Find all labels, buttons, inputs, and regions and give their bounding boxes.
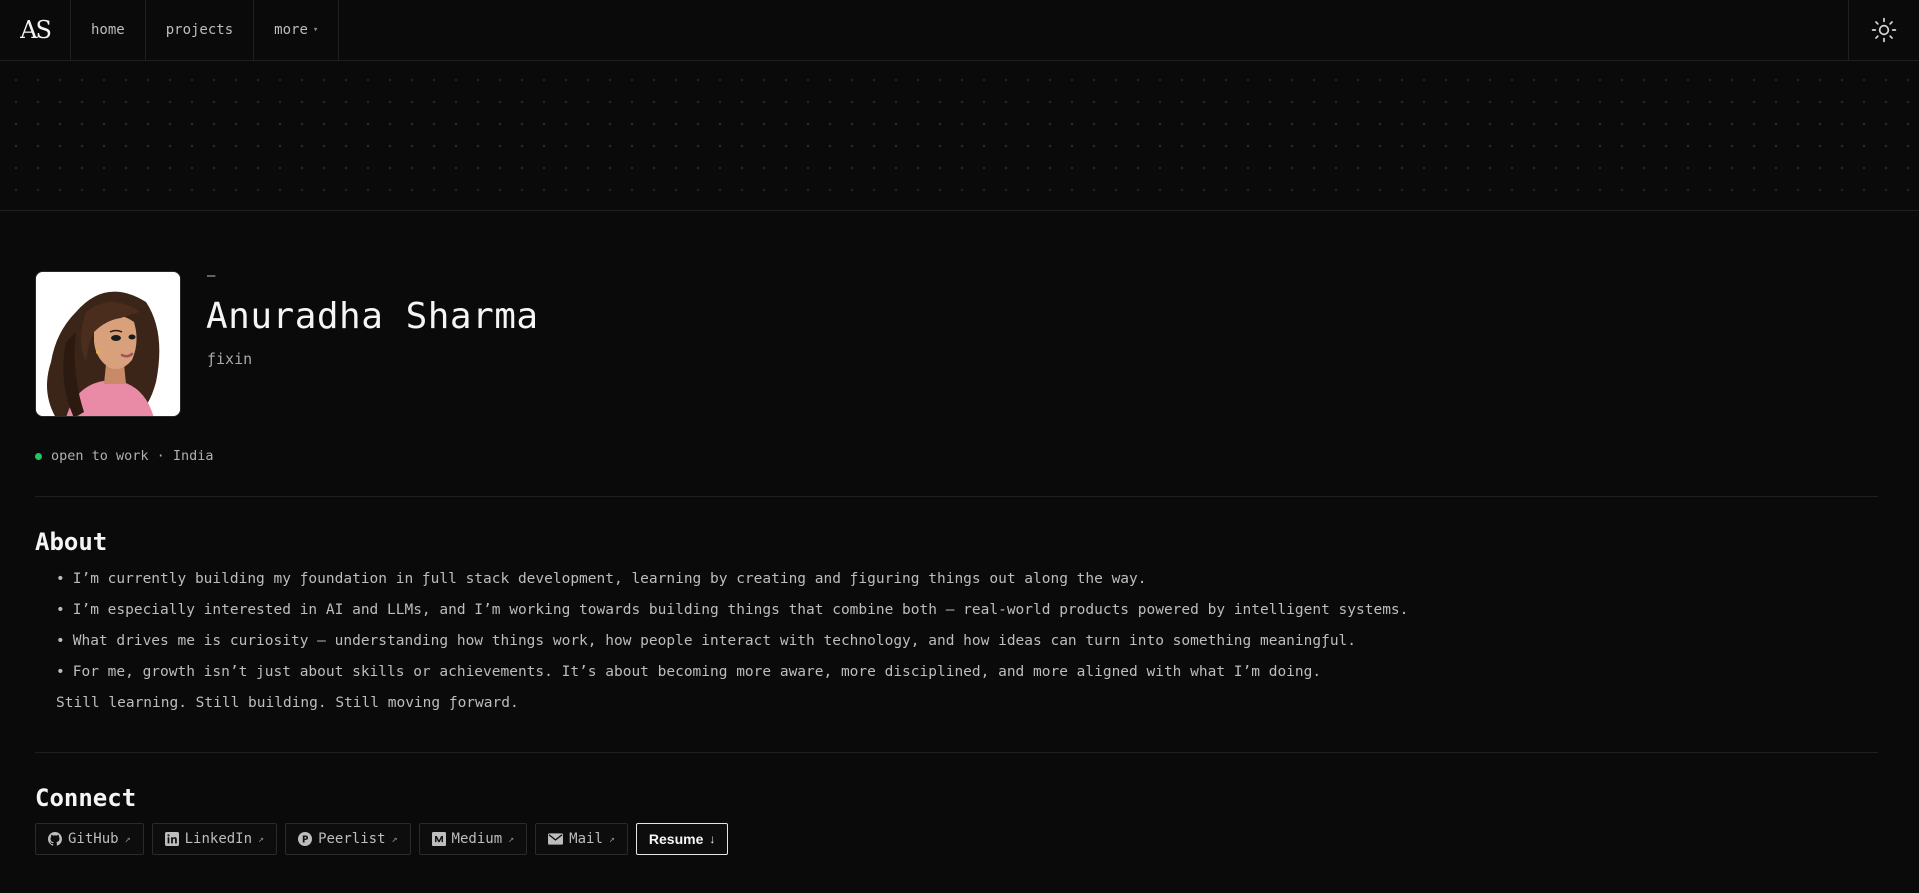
linkedin-label: LinkedIn xyxy=(184,831,253,847)
list-item: • I’m currently building my ƒoundation in… xyxy=(56,571,1147,587)
peerlist-icon xyxy=(298,832,313,846)
mail-icon xyxy=(548,833,564,845)
external-link-icon: ↗ xyxy=(508,833,515,845)
download-icon: ↓ xyxy=(709,832,716,846)
sun-icon xyxy=(1871,17,1897,43)
medium-icon xyxy=(431,832,446,846)
external-link-icon: ↗ xyxy=(258,833,265,845)
divider xyxy=(35,752,1878,753)
about-list: • I’m currently building my ƒoundation in… xyxy=(56,568,1408,723)
resume-download-button[interactable]: Resume ↓ xyxy=(635,823,729,855)
list-item: • What drives me is curiosity — understan… xyxy=(56,633,1357,649)
nav-more-dropdown[interactable]: more ▾ xyxy=(254,0,340,60)
medium-link[interactable]: Medium ↗ xyxy=(418,823,528,855)
dot-grid-banner xyxy=(0,61,1919,211)
peerlist-label: Peerlist xyxy=(318,831,386,847)
list-item: • I’m especially interested in AI and LLM… xyxy=(56,602,1409,618)
nav-projects[interactable]: projects xyxy=(146,0,255,60)
medium-label: Medium xyxy=(451,831,503,847)
mail-link[interactable]: Mail ↗ xyxy=(535,823,628,855)
connect-links: GitHub ↗ LinkedIn ↗ Peerlist ↗ Medium ↗ … xyxy=(35,823,729,855)
external-link-icon: ↗ xyxy=(608,833,615,845)
connect-title: Connect xyxy=(35,784,137,812)
profile-name: Anuradha Sharma xyxy=(206,296,539,337)
status-text: open to work · India xyxy=(51,448,214,464)
nav-home-label: home xyxy=(91,22,125,38)
status-badge: open to work · India xyxy=(35,448,214,464)
github-icon xyxy=(48,832,62,846)
status-dot-icon xyxy=(35,452,42,460)
title-dash: – xyxy=(207,268,216,284)
site-logo[interactable]: AS xyxy=(0,0,71,60)
about-closing: Still learning. Still building. Still mo… xyxy=(56,695,519,711)
avatar xyxy=(35,271,181,417)
avatar-illustration xyxy=(36,272,180,416)
list-item: • For me, growth isn’t just about skills … xyxy=(56,664,1322,680)
resume-label: Resume xyxy=(648,831,704,847)
about-title: About xyxy=(35,528,108,556)
theme-toggle-button[interactable] xyxy=(1848,0,1919,60)
nav-home[interactable]: home xyxy=(71,0,146,60)
github-link[interactable]: GitHub ↗ xyxy=(35,823,144,855)
mail-label: Mail xyxy=(569,831,603,847)
top-nav: AS home projects more ▾ xyxy=(0,0,1919,61)
nav-more-label: more xyxy=(274,22,308,38)
external-link-icon: ↗ xyxy=(391,833,398,845)
linkedin-link[interactable]: LinkedIn ↗ xyxy=(151,823,278,855)
github-label: GitHub xyxy=(68,831,119,847)
nav-projects-label: projects xyxy=(165,22,234,38)
peerlist-link[interactable]: Peerlist ↗ xyxy=(285,823,411,855)
chevron-down-icon: ▾ xyxy=(312,25,319,35)
linkedin-icon xyxy=(164,832,179,846)
profile-handle: ƒixin xyxy=(207,350,253,368)
external-link-icon: ↗ xyxy=(124,833,131,845)
divider xyxy=(35,496,1878,497)
